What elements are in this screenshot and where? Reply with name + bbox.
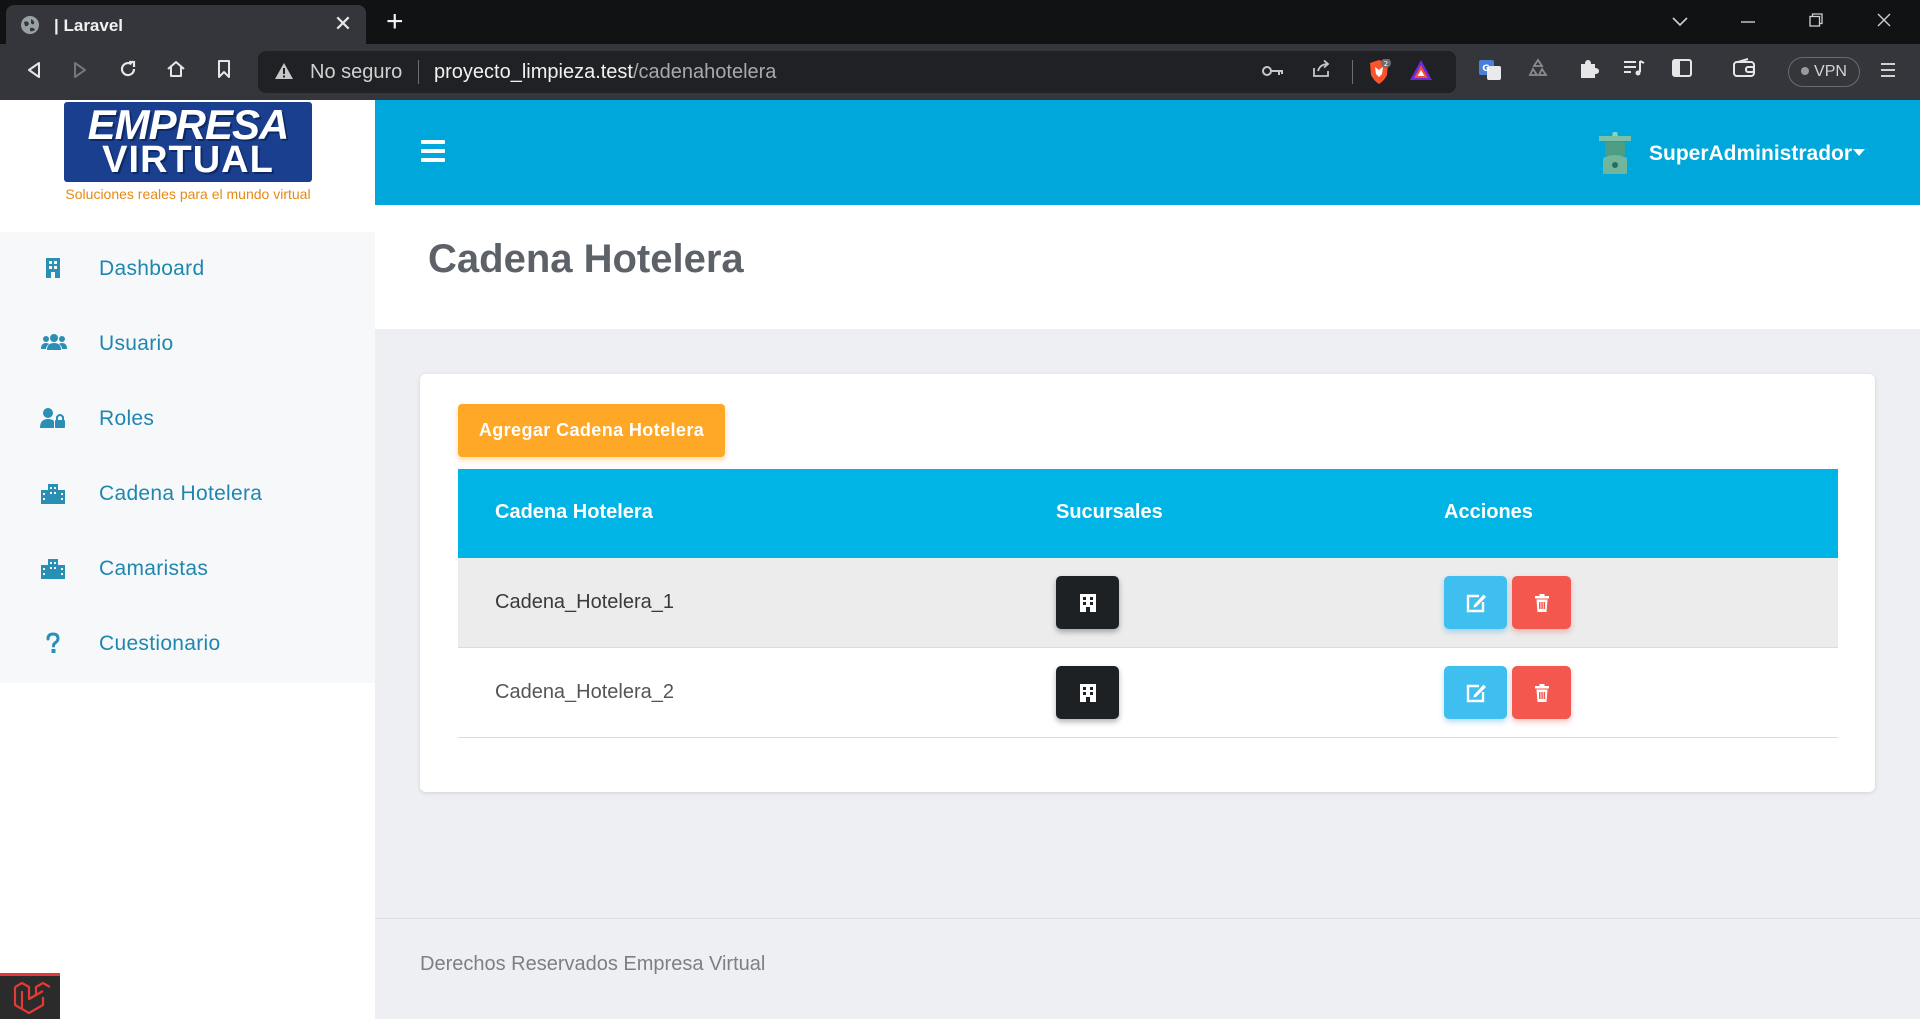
sidebar-item-label: Cuestionario <box>99 632 221 655</box>
column-header-name: Cadena Hotelera <box>495 501 653 523</box>
user-lock-icon <box>40 407 66 431</box>
table-row: Cadena_Hotelera_2 <box>458 648 1838 738</box>
company-logo[interactable]: EMPRESA VIRTUAL Soluciones reales para e… <box>64 102 312 202</box>
reload-icon[interactable] <box>112 56 144 88</box>
hotel-chain-name: Cadena_Hotelera_1 <box>495 591 675 613</box>
user-menu-name[interactable]: SuperAdministrador <box>1649 142 1852 166</box>
tab-search-icon[interactable] <box>1660 6 1700 36</box>
branches-button[interactable] <box>1056 666 1119 719</box>
column-header-branches: Sucursales <box>1056 501 1163 523</box>
new-tab-icon[interactable]: + <box>386 7 404 37</box>
users-icon <box>40 332 67 356</box>
edit-icon <box>1466 594 1486 612</box>
playlist-icon[interactable] <box>1620 58 1648 86</box>
trash-icon <box>1534 683 1549 702</box>
vpn-label: VPN <box>1814 63 1847 80</box>
sidebar-menu: Dashboard Usuario Roles Cadena Hotelera … <box>0 232 375 683</box>
sidebar-item-label: Roles <box>99 407 155 430</box>
menu-icon[interactable] <box>1874 58 1902 86</box>
sidebar-item-usuario[interactable]: Usuario <box>0 307 375 382</box>
add-hotel-chain-button[interactable]: Agregar Cadena Hotelera <box>458 404 725 457</box>
sidebar-toggle-icon[interactable] <box>1668 58 1696 86</box>
key-icon[interactable] <box>1260 59 1286 85</box>
column-header-actions: Acciones <box>1444 501 1533 523</box>
page-header: Cadena Hotelera <box>375 205 1920 329</box>
user-avatar[interactable] <box>1595 132 1635 176</box>
wallet-icon[interactable] <box>1730 58 1758 86</box>
back-icon[interactable] <box>18 56 50 88</box>
translate-icon[interactable]: G <box>1476 58 1504 86</box>
city-icon <box>40 557 66 581</box>
edit-icon <box>1466 684 1486 702</box>
url-text[interactable]: proyecto_limpieza.test/cadenahotelera <box>434 61 776 84</box>
home-icon[interactable] <box>160 56 192 88</box>
tab-title: | Laravel <box>54 16 124 35</box>
share-icon[interactable] <box>1308 59 1334 85</box>
page-title: Cadena Hotelera <box>428 237 744 281</box>
delete-button[interactable] <box>1512 666 1571 719</box>
sidebar-item-label: Dashboard <box>99 257 205 280</box>
hotel-chains-table: Cadena Hotelera Sucursales Acciones Cade… <box>458 469 1838 738</box>
sidebar-item-cadena-hotelera[interactable]: Cadena Hotelera <box>0 457 375 532</box>
vpn-status-dot <box>1801 67 1810 75</box>
restore-icon[interactable] <box>1796 6 1836 36</box>
close-window-icon[interactable] <box>1864 6 1904 36</box>
edit-button[interactable] <box>1444 666 1507 719</box>
close-tab-icon[interactable]: ✕ <box>330 11 356 37</box>
table-row: Cadena_Hotelera_1 <box>458 558 1838 648</box>
svg-text:2: 2 <box>1384 60 1388 68</box>
globe-icon <box>21 16 39 34</box>
question-icon <box>40 632 66 656</box>
minimize-icon[interactable] <box>1728 6 1768 36</box>
sidebar-item-label: Cadena Hotelera <box>99 482 263 505</box>
delete-button[interactable] <box>1512 576 1571 629</box>
sidebar-item-dashboard[interactable]: Dashboard <box>0 232 375 307</box>
url-divider <box>418 60 419 84</box>
branches-button[interactable] <box>1056 576 1119 629</box>
city-icon <box>40 482 66 506</box>
sidebar-item-cuestionario[interactable]: Cuestionario <box>0 607 375 682</box>
sidebar-item-label: Usuario <box>99 332 174 355</box>
hotel-chain-name: Cadena_Hotelera_2 <box>495 681 675 703</box>
building-icon <box>1079 593 1096 612</box>
building-icon <box>1079 683 1096 702</box>
logo-tagline: Soluciones reales para el mundo virtual <box>65 186 311 202</box>
edit-button[interactable] <box>1444 576 1507 629</box>
extensions-icon[interactable] <box>1574 58 1602 86</box>
footer: Derechos Reservados Empresa Virtual <box>375 918 1920 1019</box>
logo-badge: EMPRESA VIRTUAL <box>64 102 312 182</box>
logo-line2: VIRTUAL <box>102 139 274 181</box>
svg-text:G: G <box>1482 64 1489 74</box>
sidebar-item-label: Camaristas <box>99 557 209 580</box>
sidebar-item-camaristas[interactable]: Camaristas <box>0 532 375 607</box>
browser-tab-bar: | Laravel ✕ + <box>0 0 1920 44</box>
browser-tab[interactable]: | Laravel ✕ <box>6 5 366 44</box>
trash-icon <box>1534 593 1549 612</box>
hamburger-menu-icon[interactable] <box>421 140 445 162</box>
forward-icon[interactable] <box>64 56 96 88</box>
security-label[interactable]: No seguro <box>310 61 402 84</box>
top-navbar: SuperAdministrador <box>375 100 1920 205</box>
vpn-button[interactable]: VPN <box>1788 57 1860 87</box>
caret-down-icon[interactable] <box>1853 149 1865 156</box>
building-icon <box>40 257 66 281</box>
toolbar-divider <box>1352 60 1353 84</box>
table-header: Cadena Hotelera Sucursales Acciones <box>458 469 1838 558</box>
brave-rewards-icon[interactable] <box>1408 59 1434 85</box>
address-bar[interactable]: No seguro proyecto_limpieza.test/cadenah… <box>258 51 1456 93</box>
browser-toolbar: No seguro proyecto_limpieza.test/cadenah… <box>0 44 1920 100</box>
recycle-icon[interactable] <box>1524 58 1552 86</box>
laravel-debugbar-icon[interactable] <box>0 973 60 1019</box>
sidebar-item-roles[interactable]: Roles <box>0 382 375 457</box>
warning-icon <box>275 63 293 79</box>
footer-text: Derechos Reservados Empresa Virtual <box>420 953 766 975</box>
sidebar: EMPRESA VIRTUAL Soluciones reales para e… <box>0 100 375 1019</box>
content-card: Agregar Cadena Hotelera Cadena Hotelera … <box>420 374 1875 792</box>
brave-shield-icon[interactable]: 2 <box>1366 58 1392 85</box>
bookmark-icon[interactable] <box>208 56 240 88</box>
